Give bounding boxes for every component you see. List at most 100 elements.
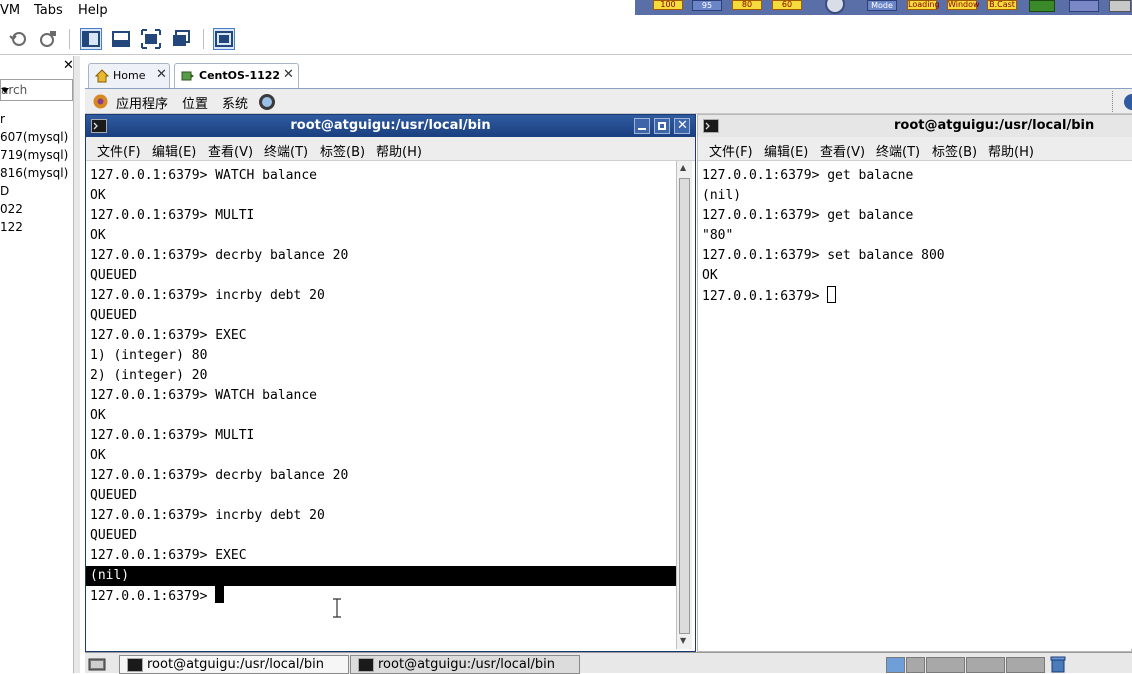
menu-help[interactable]: 帮助(H) <box>376 141 422 160</box>
thumbnail-bar-icon[interactable] <box>110 28 132 50</box>
menu-tabs[interactable]: 标签(B) <box>320 141 365 160</box>
menu-help[interactable]: 帮助(H) <box>988 141 1034 160</box>
podium-icon[interactable] <box>1029 0 1055 12</box>
tab-home-label: Home <box>113 69 146 82</box>
scrollbar-thumb[interactable] <box>679 178 690 634</box>
vm-tab-bar: Home ✕ CentOS-1122 ✕ <box>85 56 1132 89</box>
chevron-down-icon[interactable] <box>1 88 9 93</box>
network-icon[interactable] <box>1069 0 1099 12</box>
menu-terminal[interactable]: 终端(T) <box>264 141 308 160</box>
menu-applications[interactable]: 应用程序 <box>116 93 168 112</box>
maximize-icon[interactable] <box>654 118 670 134</box>
library-item[interactable]: 022 <box>0 202 23 216</box>
taskbar-item-label: root@atguigu:/usr/local/bin <box>147 657 324 672</box>
close-tab-icon[interactable]: ✕ <box>156 67 167 82</box>
terminal-line: 127.0.0.1:6379> incrby debt 20 <box>90 508 325 523</box>
terminal-prompt: 127.0.0.1:6379> <box>90 589 216 604</box>
toolbar-separator <box>69 29 70 49</box>
menu-view[interactable]: 查看(V) <box>208 141 253 160</box>
menu-vm[interactable]: VM <box>0 3 20 18</box>
scroll-down-icon[interactable]: ▼ <box>680 636 686 645</box>
indicator-broadcast[interactable]: B.Cast <box>987 0 1017 10</box>
terminal-scrollbar[interactable]: ▲ ▼ <box>676 161 692 649</box>
library-item[interactable]: 607(mysql) <box>0 130 68 144</box>
library-scrollbar[interactable] <box>73 56 80 673</box>
menu-edit[interactable]: 编辑(E) <box>764 141 808 160</box>
menu-tabs[interactable]: Tabs <box>34 3 63 18</box>
tab-home[interactable]: Home ✕ <box>88 63 170 88</box>
indicator-mode[interactable]: Mode <box>867 0 897 11</box>
workspace-1[interactable] <box>886 657 905 673</box>
indicator-loading[interactable]: Loading <box>907 0 940 10</box>
terminal-title: root@atguigu:/usr/local/bin <box>894 118 1095 133</box>
fullscreen-icon[interactable] <box>140 28 162 50</box>
terminal-prompt-line: 127.0.0.1:6379> <box>702 286 837 306</box>
terminal-cursor <box>827 286 837 303</box>
terminal-title-bar[interactable]: root@atguigu:/usr/local/bin <box>698 115 1132 137</box>
terminal-line: 127.0.0.1:6379> get balacne <box>702 168 914 183</box>
terminal-line: 127.0.0.1:6379> EXEC <box>90 548 247 563</box>
tools-icon[interactable] <box>1109 0 1131 12</box>
snapshot-manager-icon[interactable] <box>37 28 59 50</box>
vm-toolbar <box>0 23 1132 55</box>
guest-taskbar: root@atguigu:/usr/local/bin root@atguigu… <box>85 652 1132 674</box>
library-panel: ✕ arch r 607(mysql) 719(mysql) 816(mysql… <box>0 56 80 673</box>
library-search-input[interactable]: arch <box>0 79 73 101</box>
indicator-80[interactable]: 80 <box>732 0 762 10</box>
terminal-line: QUEUED <box>90 488 137 503</box>
terminal-line-highlighted: (nil) <box>86 566 676 586</box>
workspace-5[interactable] <box>1006 657 1045 673</box>
terminal-window-right: root@atguigu:/usr/local/bin 文件(F) 编辑(E) … <box>697 114 1132 652</box>
library-item[interactable]: 816(mysql) <box>0 166 68 180</box>
menu-help[interactable]: Help <box>78 3 108 18</box>
taskbar-item-label: root@atguigu:/usr/local/bin <box>378 657 555 672</box>
terminal-line: QUEUED <box>90 308 137 323</box>
minimize-icon[interactable] <box>634 118 650 134</box>
menu-places[interactable]: 位置 <box>182 93 208 112</box>
menu-file[interactable]: 文件(F) <box>97 141 141 160</box>
workspace-3[interactable] <box>926 657 965 673</box>
browser-icon[interactable] <box>257 92 277 112</box>
library-item[interactable]: 719(mysql) <box>0 148 68 162</box>
tab-centos[interactable]: CentOS-1122 ✕ <box>174 63 299 88</box>
vm-running-icon <box>181 71 194 81</box>
unity-icon[interactable] <box>170 28 192 50</box>
terminal-output[interactable]: 127.0.0.1:6379> get balacne (nil) 127.0.… <box>698 161 1132 649</box>
indicator-95[interactable]: 95 <box>692 0 722 11</box>
terminal-icon <box>127 658 143 672</box>
taskbar-item-terminal[interactable]: root@atguigu:/usr/local/bin <box>350 655 580 674</box>
scroll-up-icon[interactable]: ▲ <box>680 163 686 172</box>
indicator-100[interactable]: 100 <box>653 0 683 10</box>
terminal-line: 127.0.0.1:6379> decrby balance 20 <box>90 248 349 263</box>
terminal-line: 1) (integer) 80 <box>90 348 208 363</box>
menu-file[interactable]: 文件(F) <box>709 141 753 160</box>
show-desktop-icon[interactable] <box>88 656 106 672</box>
terminal-line: 127.0.0.1:6379> set balance 800 <box>702 248 945 263</box>
menu-terminal[interactable]: 终端(T) <box>876 141 920 160</box>
library-item[interactable]: D <box>0 184 9 198</box>
close-tab-icon[interactable]: ✕ <box>283 67 294 82</box>
taskbar-item-terminal[interactable]: root@atguigu:/usr/local/bin <box>119 655 349 674</box>
menu-tabs[interactable]: 标签(B) <box>932 141 977 160</box>
library-item[interactable]: 122 <box>0 220 23 234</box>
trash-icon[interactable] <box>1049 656 1067 673</box>
terminal-line: "80" <box>702 228 734 243</box>
tab-centos-label: CentOS-1122 <box>199 69 281 82</box>
terminal-icon <box>703 119 719 133</box>
close-icon[interactable]: ✕ <box>674 118 690 134</box>
workspace-2[interactable] <box>906 657 925 673</box>
terminal-title-bar[interactable]: root@atguigu:/usr/local/bin ✕ <box>86 115 695 137</box>
workspace-4[interactable] <box>966 657 1005 673</box>
console-view-icon[interactable] <box>213 28 235 50</box>
revert-snapshot-icon[interactable] <box>8 28 30 50</box>
show-library-icon[interactable] <box>80 28 102 50</box>
terminal-output[interactable]: 127.0.0.1:6379> WATCH balance OK 127.0.0… <box>86 161 676 649</box>
indicator-60[interactable]: 60 <box>772 0 802 10</box>
menu-system[interactable]: 系统 <box>222 93 248 112</box>
disc-icon[interactable] <box>825 0 845 14</box>
menu-view[interactable]: 查看(V) <box>820 141 865 160</box>
network-status-icon[interactable] <box>1122 92 1132 112</box>
library-item[interactable]: r <box>0 112 5 126</box>
indicator-window[interactable]: Window <box>947 0 980 10</box>
menu-edit[interactable]: 编辑(E) <box>152 141 196 160</box>
